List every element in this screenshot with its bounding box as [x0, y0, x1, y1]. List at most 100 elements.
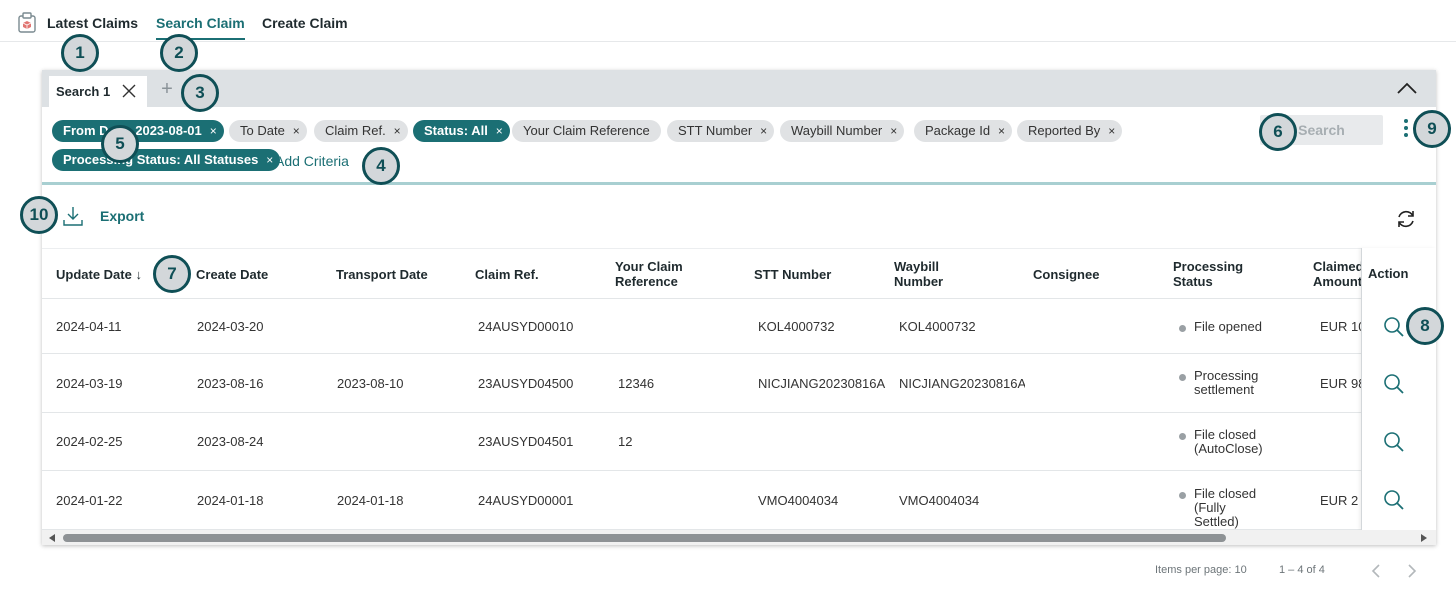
callout-10: 10: [20, 196, 58, 234]
chip-label: Reported By: [1028, 123, 1101, 138]
col-claim-ref[interactable]: Claim Ref.: [475, 267, 539, 282]
callout-2: 2: [160, 34, 198, 72]
callout-4: 4: [362, 147, 400, 185]
remove-chip-icon[interactable]: ×: [293, 120, 300, 142]
chip-label: Processing Status: All Statuses: [63, 152, 259, 167]
refresh-icon[interactable]: [1395, 208, 1417, 230]
search-icon[interactable]: [1383, 373, 1405, 395]
callout-6: 6: [1259, 113, 1297, 151]
export-button[interactable]: Export: [62, 205, 144, 227]
search-panel: Search 1 + From Date: 2023-08-01× To Dat…: [42, 70, 1436, 545]
nav-tab-latest-claims[interactable]: Latest Claims: [47, 14, 138, 32]
download-icon: [63, 207, 83, 226]
cell-create-date: 2024-01-18: [197, 493, 264, 508]
top-navigation: Latest Claims Search Claim Create Claim: [0, 0, 1456, 42]
callout-3: 3: [181, 74, 219, 112]
chip-label: To Date: [240, 123, 285, 138]
scrollbar-thumb[interactable]: [63, 534, 1226, 542]
callout-7: 7: [153, 255, 191, 293]
chip-waybill-number[interactable]: Waybill Number ×: [780, 120, 905, 142]
search-tab-label: Search 1: [56, 84, 111, 99]
status-indicator: Processing settlement: [1179, 369, 1274, 397]
cell-create-date: 2024-03-20: [197, 319, 264, 334]
col-processing-status[interactable]: Processing Status: [1173, 259, 1253, 289]
col-stt-number[interactable]: STT Number: [754, 267, 831, 282]
callout-9: 9: [1413, 110, 1451, 148]
horizontal-scrollbar[interactable]: [42, 530, 1436, 545]
more-options-icon[interactable]: [1403, 119, 1409, 141]
col-claimed-amount[interactable]: Claimed Amount: [1313, 259, 1361, 291]
table-row[interactable]: 2024-02-25 2023-08-24 23AUSYD04501 12 Fi…: [42, 413, 1436, 471]
callout-5: 5: [101, 125, 139, 163]
col-your-claim-reference[interactable]: Your Claim Reference: [615, 259, 705, 289]
nav-tab-create-claim[interactable]: Create Claim: [262, 14, 348, 32]
remove-chip-icon[interactable]: ×: [210, 120, 217, 142]
cell-claim-ref: 23AUSYD04501: [478, 434, 574, 449]
search-criteria: From Date: 2023-08-01× To Date× Claim Re…: [42, 107, 1436, 185]
cell-claim-ref: 23AUSYD04500: [478, 376, 574, 391]
chevron-right-icon[interactable]: [1406, 563, 1418, 579]
cell-claimed-amount: EUR 2: [1320, 494, 1359, 508]
table-row[interactable]: 2024-04-11 2024-03-20 24AUSYD00010 KOL40…: [42, 299, 1436, 354]
col-create-date[interactable]: Create Date: [196, 267, 268, 282]
chevron-up-icon[interactable]: [1396, 81, 1418, 95]
cell-transport-date: 2024-01-18: [337, 493, 404, 508]
cell-create-date: 2023-08-16: [197, 376, 264, 391]
table-row[interactable]: 2024-01-22 2024-01-18 2024-01-18 24AUSYD…: [42, 471, 1436, 530]
chip-label: Your Claim Reference: [523, 123, 650, 138]
col-waybill-number[interactable]: Waybill Number: [894, 259, 954, 289]
search-icon[interactable]: [1383, 316, 1405, 338]
search-tabs-bar: Search 1 +: [42, 70, 1436, 107]
remove-chip-icon[interactable]: ×: [1108, 120, 1115, 142]
cell-waybill-number: NICJIANG20230816A: [899, 377, 1025, 391]
callout-8: 8: [1406, 307, 1444, 345]
remove-chip-icon[interactable]: ×: [266, 149, 273, 171]
search-icon[interactable]: [1383, 431, 1405, 453]
scroll-right-arrow-icon[interactable]: [1421, 534, 1427, 542]
remove-chip-icon[interactable]: ×: [760, 120, 767, 142]
cell-update-date: 2024-04-11: [56, 319, 122, 334]
chip-reported-by[interactable]: Reported By ×: [1017, 120, 1123, 142]
search-icon[interactable]: [1383, 489, 1405, 511]
remove-chip-icon[interactable]: ×: [998, 120, 1005, 142]
results-toolbar: Export: [42, 188, 1436, 248]
chip-to-date[interactable]: To Date ×: [229, 120, 307, 142]
add-criteria-link[interactable]: Add Criteria: [275, 153, 349, 169]
remove-chip-icon[interactable]: ×: [890, 120, 897, 142]
chip-status[interactable]: Status: All ×: [413, 120, 510, 142]
add-search-tab-button[interactable]: +: [158, 79, 176, 99]
page-range: 1 – 4 of 4: [1279, 564, 1325, 576]
chevron-left-icon[interactable]: [1370, 563, 1382, 579]
col-action: Action: [1368, 266, 1409, 281]
cell-stt-number: KOL4000732: [758, 319, 835, 334]
chip-processing-status[interactable]: Processing Status: All Statuses ×: [52, 149, 281, 171]
chip-claim-ref[interactable]: Claim Ref. ×: [314, 120, 408, 142]
sort-desc-icon: ↓: [135, 267, 142, 282]
cell-your-ref: 12: [618, 434, 633, 449]
close-icon[interactable]: [121, 83, 137, 99]
col-update-date[interactable]: Update Date ↓: [56, 267, 142, 282]
scroll-left-arrow-icon[interactable]: [49, 534, 55, 542]
cell-stt-number: NICJIANG20230816A: [758, 377, 886, 391]
cell-claimed-amount: EUR 98: [1320, 377, 1362, 391]
export-label: Export: [100, 208, 145, 224]
table-header: Update Date ↓ Create Date Transport Date…: [42, 248, 1436, 299]
remove-chip-icon[interactable]: ×: [496, 120, 503, 142]
items-per-page[interactable]: Items per page: 10: [1155, 564, 1247, 576]
cell-update-date: 2024-02-25: [56, 434, 123, 449]
col-transport-date[interactable]: Transport Date: [336, 267, 428, 282]
chip-label: Waybill Number: [791, 123, 883, 138]
status-indicator: File opened: [1179, 320, 1289, 334]
cell-claim-ref: 24AUSYD00010: [478, 319, 574, 334]
search-tab-1[interactable]: Search 1: [49, 76, 147, 107]
chip-label: Claim Ref.: [325, 123, 386, 138]
remove-chip-icon[interactable]: ×: [394, 120, 401, 142]
cell-waybill-number: VMO4004034: [899, 493, 980, 508]
cell-transport-date: 2023-08-10: [337, 376, 404, 391]
table-row[interactable]: 2024-03-19 2023-08-16 2023-08-10 23AUSYD…: [42, 354, 1436, 413]
cell-claim-ref: 24AUSYD00001: [478, 493, 574, 508]
chip-package-id[interactable]: Package Id ×: [914, 120, 1013, 142]
chip-your-claim-reference[interactable]: Your Claim Reference: [512, 120, 661, 142]
col-consignee[interactable]: Consignee: [1033, 267, 1099, 282]
chip-stt-number[interactable]: STT Number ×: [667, 120, 775, 142]
